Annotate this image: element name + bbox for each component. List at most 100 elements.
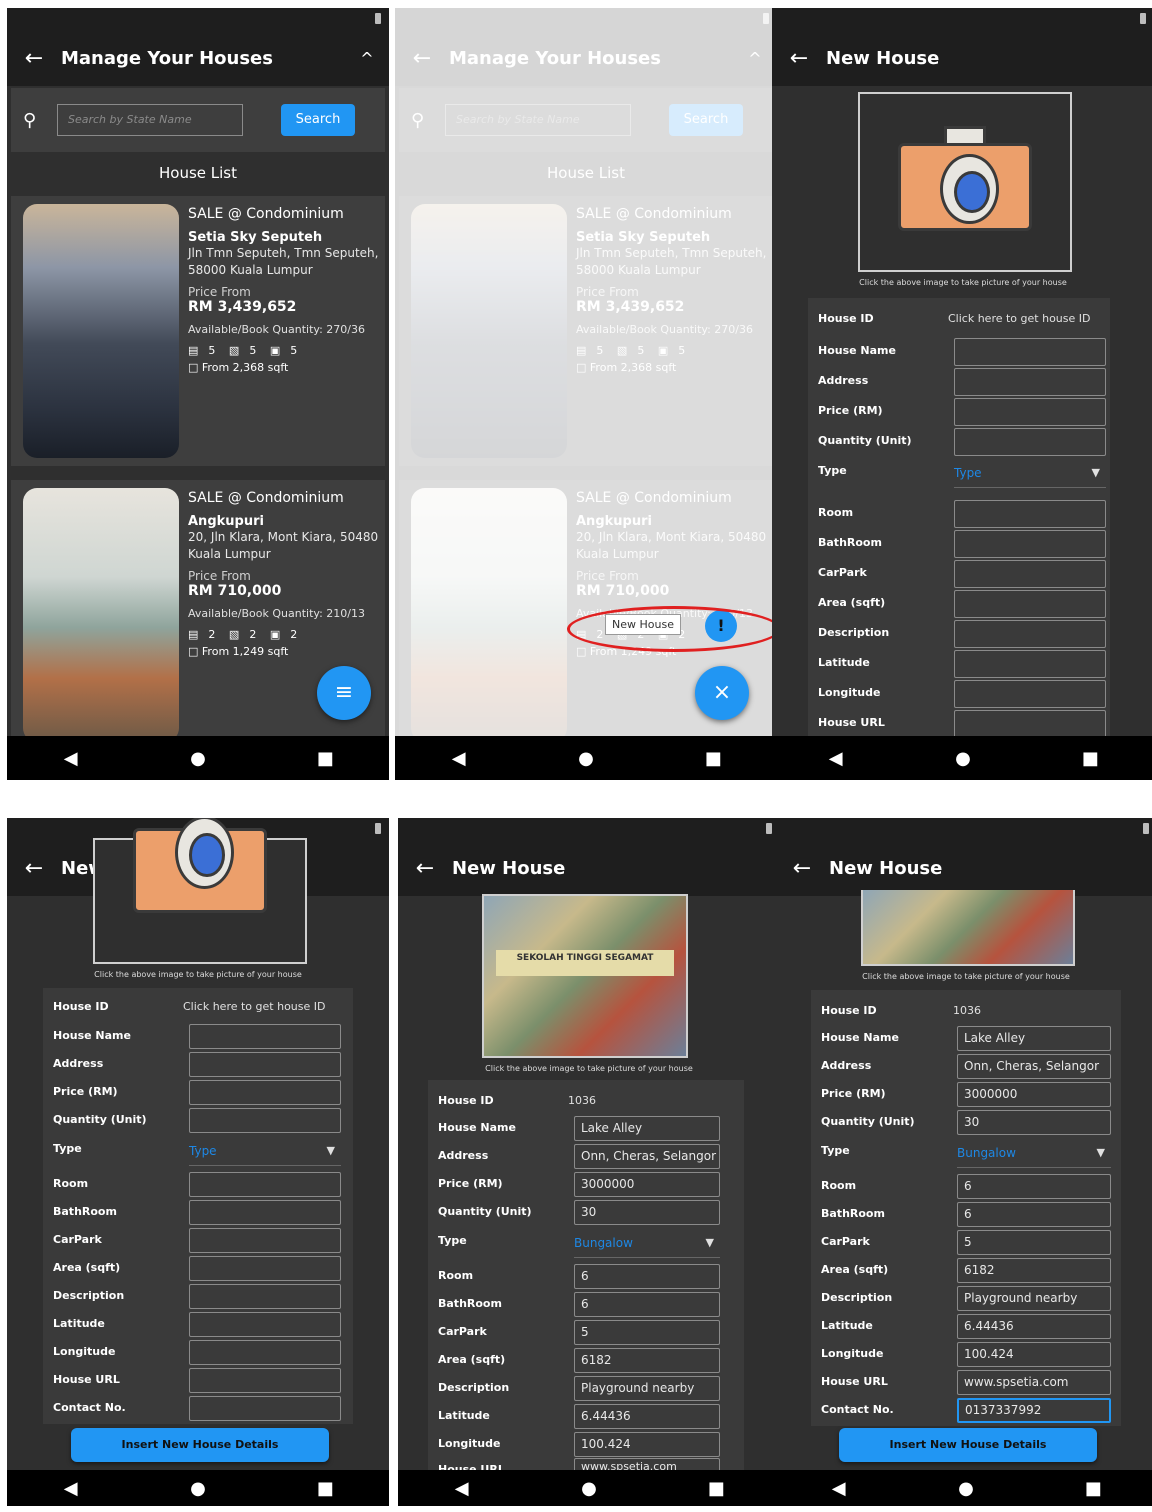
longitude-field[interactable] [954, 680, 1106, 708]
label-area: Area (sqft) [821, 1263, 889, 1276]
search-input[interactable]: Search by State Name [57, 104, 243, 136]
description-field[interactable] [189, 1284, 341, 1309]
house-name-field[interactable] [189, 1024, 341, 1049]
get-house-id-link[interactable]: Click here to get house ID [183, 1000, 325, 1013]
longitude-field[interactable] [189, 1340, 341, 1365]
nav-home-icon[interactable]: ● [933, 748, 993, 769]
house-url-field[interactable]: www.spsetia.com [957, 1370, 1111, 1395]
collapse-icon[interactable]: ^ [345, 49, 389, 68]
price-field[interactable]: 3000000 [957, 1082, 1111, 1107]
nav-back-icon[interactable]: ◀ [809, 1478, 869, 1499]
status-bar [772, 8, 1152, 30]
price-field[interactable]: 3000000 [574, 1172, 720, 1197]
park-count: 2 [290, 628, 298, 641]
house-id-value[interactable]: 1036 [953, 1004, 981, 1017]
house-url-field[interactable] [189, 1368, 341, 1393]
house-url-field[interactable] [954, 710, 1106, 738]
carpark-field[interactable]: 5 [957, 1230, 1111, 1255]
area-field[interactable] [954, 590, 1106, 618]
latitude-field[interactable]: 6.44436 [574, 1404, 720, 1429]
nav-home-icon[interactable]: ● [936, 1478, 996, 1499]
type-select[interactable]: Bungalow ▼ [574, 1236, 720, 1258]
address-field[interactable]: Onn, Cheras, Selangor [957, 1054, 1111, 1079]
camera-image-button[interactable] [93, 818, 307, 964]
longitude-field[interactable]: 100.424 [574, 1432, 720, 1457]
nav-recent-icon[interactable]: ■ [683, 748, 743, 769]
nav-recent-icon[interactable]: ■ [1063, 1478, 1123, 1499]
carpark-field[interactable] [189, 1228, 341, 1253]
back-arrow-icon[interactable]: ← [772, 46, 826, 71]
get-house-id-link[interactable]: Click here to get house ID [948, 312, 1090, 325]
nav-recent-icon[interactable]: ■ [686, 1478, 746, 1499]
house-id-value[interactable]: 1036 [568, 1094, 596, 1107]
contact-field[interactable]: 0137337992 [957, 1398, 1111, 1423]
bathroom-field[interactable]: 6 [574, 1292, 720, 1317]
bathroom-field[interactable]: 6 [957, 1202, 1111, 1227]
quantity-field[interactable]: 30 [957, 1110, 1111, 1135]
room-field[interactable]: 6 [574, 1264, 720, 1289]
longitude-field[interactable]: 100.424 [957, 1342, 1111, 1367]
description-field[interactable]: Playground nearby [574, 1376, 720, 1401]
quantity-field[interactable] [954, 428, 1106, 456]
price-field[interactable] [189, 1080, 341, 1105]
insert-house-button[interactable]: Insert New House Details [839, 1428, 1097, 1462]
nav-back-icon[interactable]: ◀ [429, 748, 489, 769]
room-field[interactable] [954, 500, 1106, 528]
nav-recent-icon[interactable]: ■ [295, 1478, 355, 1499]
label-type: Type [821, 1144, 850, 1157]
address-field[interactable] [954, 368, 1106, 396]
back-arrow-icon[interactable]: ← [7, 46, 61, 71]
address-field[interactable]: Onn, Cheras, Selangor [574, 1144, 720, 1169]
area-field[interactable]: 6182 [957, 1258, 1111, 1283]
back-arrow-icon[interactable]: ← [7, 856, 61, 881]
nav-back-icon[interactable]: ◀ [41, 748, 101, 769]
latitude-field[interactable] [189, 1312, 341, 1337]
nav-recent-icon[interactable]: ■ [295, 748, 355, 769]
room-field[interactable] [189, 1172, 341, 1197]
quantity-field[interactable] [189, 1108, 341, 1133]
nav-home-icon[interactable]: ● [559, 1478, 619, 1499]
house-name-field[interactable]: Lake Alley [957, 1026, 1111, 1051]
nav-home-icon[interactable]: ● [556, 748, 616, 769]
label-area: Area (sqft) [53, 1261, 121, 1274]
house-name-field[interactable]: Lake Alley [574, 1116, 720, 1141]
back-arrow-icon[interactable]: ← [775, 856, 829, 881]
price-field[interactable] [954, 398, 1106, 426]
nav-home-icon[interactable]: ● [168, 748, 228, 769]
menu-fab-button[interactable]: ≡ [317, 666, 371, 720]
search-button[interactable]: Search [281, 104, 355, 136]
insert-house-button[interactable]: Insert New House Details [71, 1428, 329, 1462]
nav-back-icon[interactable]: ◀ [432, 1478, 492, 1499]
area-field[interactable] [189, 1256, 341, 1281]
house-photo-button[interactable]: SEKOLAH TINGGI SEGAMAT [482, 894, 688, 1058]
latitude-field[interactable] [954, 650, 1106, 678]
address-field[interactable] [189, 1052, 341, 1077]
back-arrow-icon[interactable]: ← [398, 856, 452, 881]
area-field[interactable]: 6182 [574, 1348, 720, 1373]
nav-back-icon[interactable]: ◀ [806, 748, 866, 769]
house-photo-button[interactable] [861, 890, 1075, 966]
type-select[interactable]: Type ▼ [954, 466, 1106, 488]
description-field[interactable] [954, 620, 1106, 648]
contact-field[interactable] [189, 1396, 341, 1421]
house-card[interactable]: SALE @ Condominium Setia Sky Seputeh Jln… [11, 196, 385, 466]
close-fab-button[interactable]: × [695, 666, 749, 720]
description-field[interactable]: Playground nearby [957, 1286, 1111, 1311]
nav-back-icon[interactable]: ◀ [41, 1478, 101, 1499]
bathroom-field[interactable] [954, 530, 1106, 558]
room-field[interactable]: 6 [957, 1174, 1111, 1199]
house-name-field[interactable] [954, 338, 1106, 366]
type-select[interactable]: Bungalow ▼ [957, 1146, 1111, 1168]
photo-caption: Click the above image to take picture of… [94, 970, 302, 979]
camera-image-button[interactable] [858, 92, 1072, 272]
bathroom-field[interactable] [189, 1200, 341, 1225]
quantity-field[interactable]: 30 [574, 1200, 720, 1225]
carpark-field[interactable] [954, 560, 1106, 588]
nav-home-icon[interactable]: ● [168, 1478, 228, 1499]
type-select-value: Type [189, 1144, 217, 1158]
nav-recent-icon[interactable]: ■ [1060, 748, 1120, 769]
carpark-field[interactable]: 5 [574, 1320, 720, 1345]
house-address: 20, Jln Klara, Mont Kiara, 50480 Kuala L… [188, 530, 379, 561]
type-select[interactable]: Type ▼ [189, 1144, 341, 1166]
latitude-field[interactable]: 6.44436 [957, 1314, 1111, 1339]
